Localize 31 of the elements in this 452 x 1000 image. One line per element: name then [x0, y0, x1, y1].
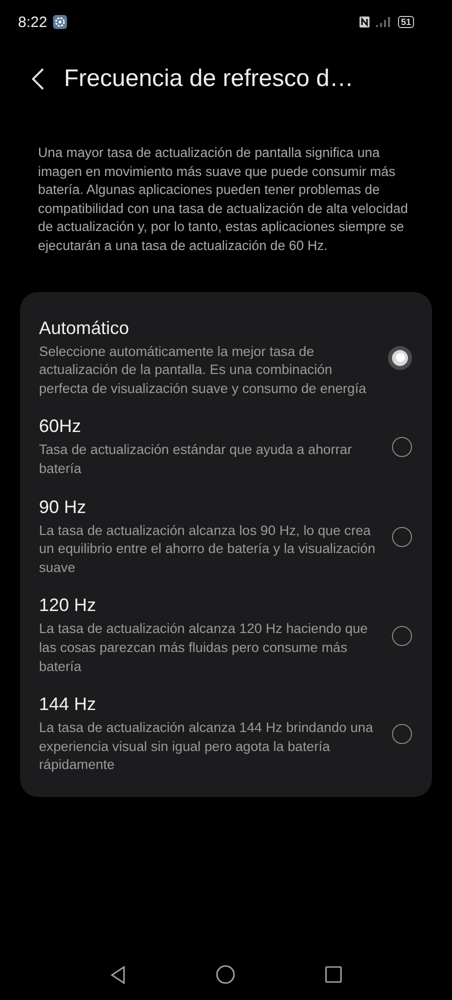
status-time: 8:22 [18, 14, 48, 30]
back-button[interactable] [30, 66, 46, 92]
radio-button[interactable] [392, 437, 412, 458]
radio-button[interactable] [392, 724, 412, 744]
home-icon[interactable] [216, 965, 235, 984]
radio-button[interactable] [392, 626, 412, 646]
refresh-rate-option[interactable]: 60Hz Tasa de actualización estándar que ayuda a ahorrar batería [20, 408, 432, 489]
refresh-rate-option[interactable]: Automático Seleccione automáticamente la mejor tasa de actualización de la pantalla. Es una combinación perfecta de visualización suave y consumo de energía [20, 310, 432, 408]
option-title: 144 Hz [39, 694, 98, 716]
recents-icon[interactable] [325, 966, 342, 983]
nfc-icon [358, 16, 370, 28]
refresh-rate-option[interactable]: 90 Hz La tasa de actualización alcanza los 90 Hz, lo que crea un equilibrio entre el ahorro de batería y la visualización suave [20, 488, 432, 588]
signal-icon [376, 17, 392, 27]
page-title: Frecuencia de refresco d… [64, 65, 354, 93]
option-title: Automático [39, 318, 130, 339]
description-text: Una mayor tasa de actualización de pantalla significa una imagen en movimiento más suave que puede consumir más batería. Algunas aplicaciones pueden tener problemas de compatibilidad con una tasa de actualización de alta velocidad de actualización y, por lo tanto, estas aplicaciones siempre se ejecutarán a una tasa de actualización de 60 Hz. [38, 144, 409, 255]
option-title: 60Hz [39, 416, 82, 438]
radio-button[interactable] [388, 346, 412, 370]
option-title: 90 Hz [39, 496, 88, 518]
option-description: La tasa de actualización alcanza los 90 Hz, lo que crea un equilibrio entre el ahorro de batería y la visualización suave [39, 522, 376, 577]
option-description: Tasa de actualización estándar que ayuda a ahorrar batería [39, 441, 353, 478]
option-description: Seleccione automáticamente la mejor tasa de actualización de la pantalla. Es una combinación perfecta de visualización suave y consumo de energía [39, 342, 368, 398]
refresh-rate-option[interactable]: 144 Hz La tasa de actualización alcanza 144 Hz brindando una experiencia visual sin igual pero agota la batería rápidamente [20, 686, 432, 785]
radio-button[interactable] [392, 526, 412, 547]
option-description: La tasa de actualización alcanza 144 Hz brindando una experiencia visual sin igual pero agota la batería rápidamente [39, 719, 374, 774]
refresh-rate-option[interactable]: 120 Hz La tasa de actualización alcanza 120 Hz haciendo que las cosas parezcan más fluidas pero consume más batería [20, 587, 432, 686]
gear-icon [53, 15, 68, 29]
back-icon[interactable] [110, 966, 126, 984]
battery-icon: 51 [398, 16, 414, 28]
option-description: La tasa de actualización alcanza 120 Hz haciendo que las cosas parezcan más fluidas pero consume más batería [39, 620, 369, 676]
option-title: 120 Hz [39, 595, 98, 616]
